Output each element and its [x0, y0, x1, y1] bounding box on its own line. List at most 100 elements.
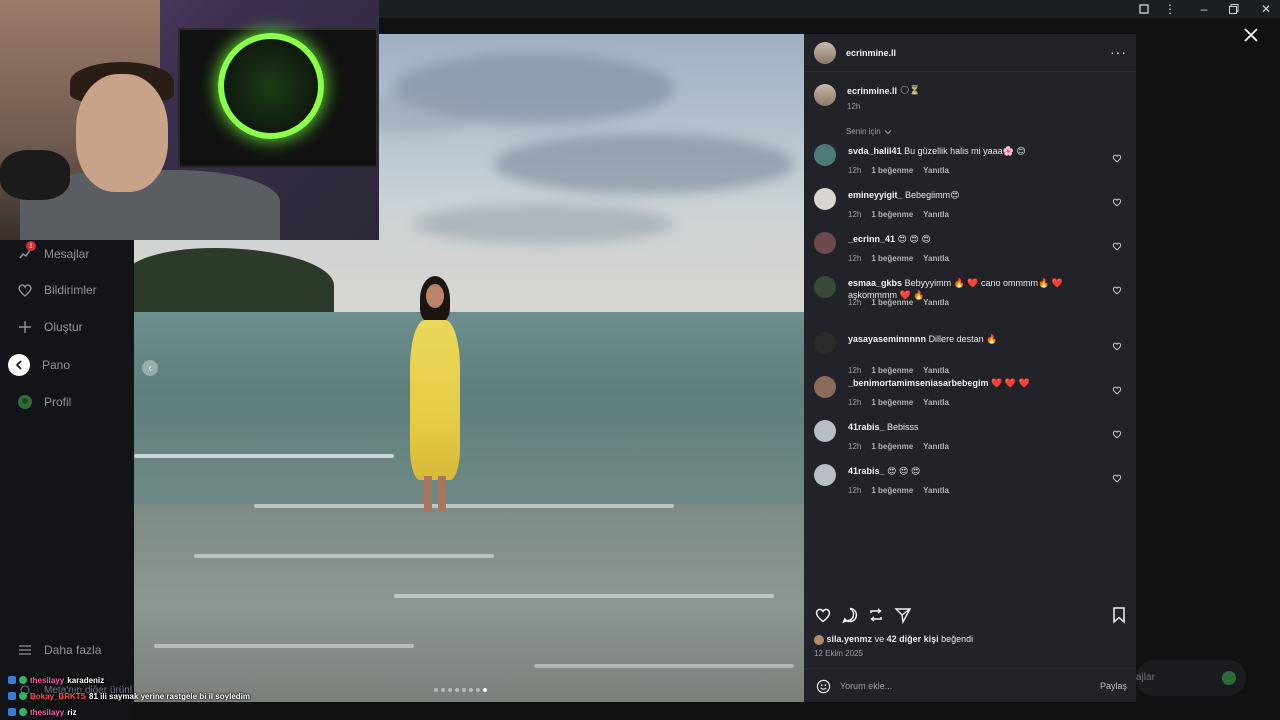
sidebar-item-more[interactable]: Daha fazla	[16, 638, 101, 662]
chat-message: thesilayy karadeniz	[8, 672, 308, 688]
comment-like-icon[interactable]	[1112, 282, 1122, 295]
comment-body: Bebisss	[887, 422, 919, 432]
reply-button[interactable]: Yanıtla	[923, 298, 949, 307]
comment-likes[interactable]: 1 beğenme	[871, 398, 913, 407]
comment-likes[interactable]: 1 beğenme	[871, 366, 913, 375]
comment-text: _ecrinn_41 😍 😍 😍	[848, 233, 1080, 245]
comment-likes[interactable]: 1 beğenme	[871, 166, 913, 175]
bookmark-icon[interactable]	[1110, 606, 1128, 624]
emoji-icon[interactable]	[816, 679, 831, 694]
window-close-button[interactable]: ✕	[1254, 1, 1278, 17]
share-icon[interactable]	[894, 606, 912, 625]
comment-like-icon[interactable]	[1112, 238, 1122, 251]
liked-by-others[interactable]: 42 diğer kişi	[887, 634, 939, 644]
comment-sort-dropdown[interactable]: Senin için	[846, 127, 892, 136]
post-detail-panel: ecrinmine.ll ··· ecrinmine.ll 🌕⏳ 12h Sen…	[804, 34, 1136, 702]
sidebar-item-profile[interactable]: Profil	[16, 390, 71, 414]
chat-badge-icon	[19, 676, 27, 684]
reply-button[interactable]: Yanıtla	[923, 166, 949, 175]
comment-like-icon[interactable]	[1112, 470, 1122, 483]
reply-button[interactable]: Yanıtla	[923, 398, 949, 407]
comment-icon[interactable]	[841, 606, 859, 624]
commenter-avatar[interactable]	[814, 276, 836, 298]
hamburger-icon	[16, 641, 34, 659]
comment-input[interactable]	[840, 678, 1080, 694]
repost-icon[interactable]	[867, 606, 885, 624]
more-options-icon[interactable]: ···	[1110, 44, 1127, 60]
sidebar-item-create[interactable]: Oluştur	[16, 315, 83, 339]
comment-item: svda_halil41 Bu güzellik halis mi yaaa🌸 …	[814, 144, 1130, 188]
background-messages-bar[interactable]: ajlar	[1136, 660, 1246, 696]
reply-button[interactable]: Yanıtla	[923, 210, 949, 219]
comment-body: Bu güzellik halis mi yaaa🌸 😊	[904, 146, 1026, 156]
liked-by-line[interactable]: sila.yenmz ve 42 diğer kişi beğendi	[814, 634, 973, 645]
caption-avatar[interactable]	[814, 84, 836, 106]
sidebar-item-notifications[interactable]: Bildirimler	[16, 278, 97, 302]
comment-likes[interactable]: 1 beğenme	[871, 298, 913, 307]
comment-likes[interactable]: 1 beğenme	[871, 486, 913, 495]
commenter-username[interactable]: 41rabis_	[848, 466, 885, 476]
carousel-dot	[441, 688, 445, 692]
reply-button[interactable]: Yanıtla	[923, 486, 949, 495]
commenter-username[interactable]: svda_halil41	[848, 146, 902, 156]
sidebar-item-label: Mesajlar	[44, 247, 90, 261]
sidebar-item-messages[interactable]: 1 Mesajlar	[16, 241, 90, 266]
reply-button[interactable]: Yanıtla	[923, 442, 949, 451]
comment-likes[interactable]: 1 beğenme	[871, 254, 913, 263]
sidebar-item-dashboard[interactable]: Pano	[8, 353, 70, 377]
commenter-avatar[interactable]	[814, 332, 836, 354]
comment-like-icon[interactable]	[1112, 194, 1122, 207]
comment-like-icon[interactable]	[1112, 338, 1122, 351]
reply-button[interactable]: Yanıtla	[923, 366, 949, 375]
caption-text: 🌕⏳	[900, 85, 921, 95]
post-header: ecrinmine.ll ···	[804, 34, 1136, 72]
chat-text: 81 ili saymak yerine rastgele bi il soyl…	[89, 691, 250, 701]
comment-like-icon[interactable]	[1112, 382, 1122, 395]
comment-like-icon[interactable]	[1112, 150, 1122, 163]
comment-time: 12h	[848, 210, 862, 219]
commenter-avatar[interactable]	[814, 376, 836, 398]
comment-item: emineyyigit_ Bebegiimm😍 12h 1 beğenme Yanıt…	[814, 188, 1130, 232]
comment-text: svda_halil41 Bu güzellik halis mi yaaa🌸 …	[848, 145, 1080, 157]
like-icon[interactable]	[814, 606, 832, 624]
commenter-username[interactable]: _ecrinn_41	[848, 234, 895, 244]
microphone	[0, 150, 70, 200]
comment-likes[interactable]: 1 beğenme	[871, 210, 913, 219]
chevron-left-icon[interactable]	[8, 354, 30, 376]
kebab-menu-icon[interactable]: ⋮	[1158, 1, 1182, 17]
sidebar-item-label: Pano	[42, 358, 71, 372]
commenter-avatar[interactable]	[814, 144, 836, 166]
chevron-down-icon	[884, 129, 892, 134]
close-icon[interactable]	[1242, 26, 1260, 44]
commenter-avatar[interactable]	[814, 464, 836, 486]
carousel-prev-button[interactable]: ‹	[142, 360, 158, 376]
commenter-avatar[interactable]	[814, 232, 836, 254]
minimize-button[interactable]: –	[1192, 1, 1216, 17]
commenter-avatar[interactable]	[814, 188, 836, 210]
comment-text: 41rabis_ Bebisss	[848, 421, 1080, 433]
chat-username[interactable]: thesilayy	[30, 676, 64, 685]
chat-username[interactable]: thesilayy	[30, 708, 64, 717]
author-username[interactable]: ecrinmine.ll	[846, 48, 896, 58]
chat-text: karadeniz	[67, 675, 105, 685]
author-avatar[interactable]	[814, 42, 836, 64]
commenter-avatar[interactable]	[814, 420, 836, 442]
caption-username[interactable]: ecrinmine.ll	[847, 86, 897, 96]
post-comment-button[interactable]: Paylaş	[1100, 681, 1127, 691]
restore-button[interactable]	[1222, 1, 1246, 17]
comment-time: 12h	[848, 254, 862, 263]
comment-body: Bebegiimm😍	[905, 190, 960, 200]
commenter-username[interactable]: 41rabis_	[848, 422, 885, 432]
reply-button[interactable]: Yanıtla	[923, 254, 949, 263]
extensions-icon[interactable]	[1132, 1, 1156, 17]
carousel-dot	[469, 688, 473, 692]
chat-username[interactable]: Bokay_BRKTS	[30, 692, 86, 701]
commenter-username[interactable]: esmaa_gkbs	[848, 278, 902, 288]
comment-like-icon[interactable]	[1112, 426, 1122, 439]
comment-item: esmaa_gkbs Bebyyyimm 🔥 ❤️ cano ommmm🔥 ❤️…	[814, 276, 1130, 320]
commenter-username[interactable]: yasayaseminnnnn	[848, 334, 926, 344]
comment-likes[interactable]: 1 beğenme	[871, 442, 913, 451]
commenter-username[interactable]: _benimortamimseniasarbebegim	[848, 378, 989, 388]
liker-username[interactable]: sila.yenmz	[827, 634, 873, 644]
commenter-username[interactable]: emineyyigit_	[848, 190, 903, 200]
